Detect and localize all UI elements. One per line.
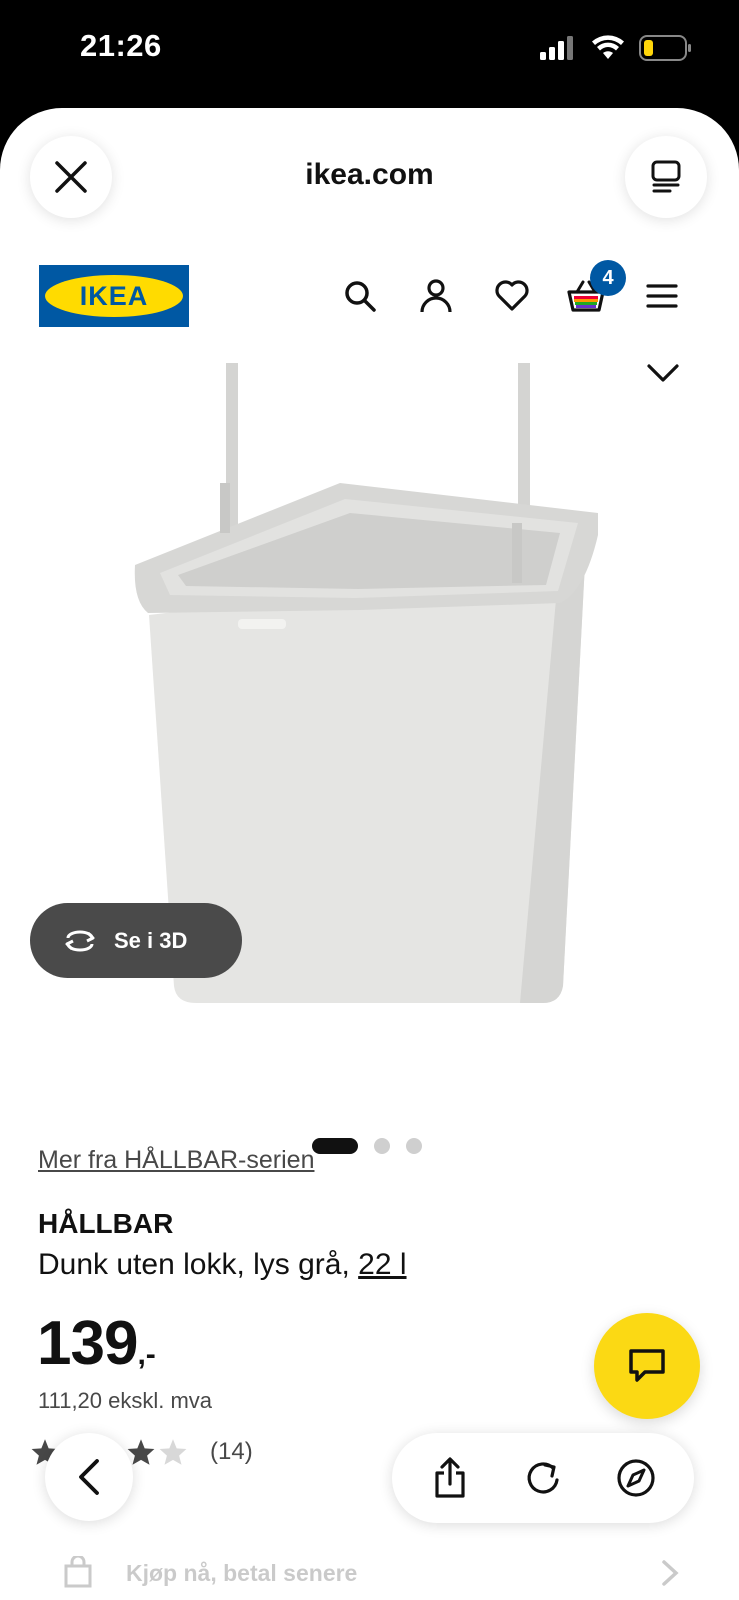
search-button[interactable] xyxy=(340,276,380,316)
product-name: HÅLLBAR xyxy=(38,1208,174,1239)
price-suffix: ,- xyxy=(137,1338,156,1371)
product-image-gallery[interactable] xyxy=(0,363,739,1143)
browser-toolbar xyxy=(392,1433,694,1523)
heart-icon xyxy=(495,280,529,311)
site-header: IKEA 4 xyxy=(0,258,739,338)
chevron-left-icon xyxy=(79,1459,99,1495)
status-icons xyxy=(539,34,693,62)
view-3d-label: Se i 3D xyxy=(114,927,188,953)
product-description: Dunk uten lokk, lys grå, 22 l xyxy=(38,1248,407,1282)
cart-count-badge: 4 xyxy=(590,260,626,296)
logo-oval: IKEA xyxy=(45,275,183,317)
browser-sheet: ikea.com IKEA 4 Se i 3D Mer fra HÅLLBAR-… xyxy=(0,108,739,1600)
view-3d-button[interactable]: Se i 3D xyxy=(30,903,242,978)
price-excl-vat: 111,20 ekskl. mva xyxy=(38,1388,213,1413)
favourites-button[interactable] xyxy=(492,276,532,316)
reload-button[interactable] xyxy=(513,1448,573,1508)
share-button[interactable] xyxy=(420,1448,480,1508)
menu-icon xyxy=(646,284,678,308)
product-image xyxy=(134,363,598,1003)
pay-later-label: Kjøp nå, betal senere xyxy=(126,1559,358,1586)
ikea-logo[interactable]: IKEA xyxy=(39,265,189,327)
rating-count: (14) xyxy=(210,1438,253,1465)
signal-icon xyxy=(540,36,573,60)
logo-text: IKEA xyxy=(79,280,149,311)
pay-later-row[interactable]: Kjøp nå, betal senere xyxy=(60,1553,680,1593)
search-icon xyxy=(345,281,376,312)
browser-url-bar: ikea.com xyxy=(0,108,739,248)
product-price: 139,- xyxy=(37,1308,156,1379)
chat-button[interactable] xyxy=(594,1313,700,1419)
battery-icon xyxy=(639,35,691,61)
back-button[interactable] xyxy=(45,1433,133,1521)
compass-icon xyxy=(617,1459,655,1497)
product-description-text: Dunk uten lokk, lys grå, xyxy=(38,1248,359,1281)
pagination-dot[interactable] xyxy=(405,1138,422,1154)
size-link[interactable]: 22 l xyxy=(358,1248,406,1281)
menu-button[interactable] xyxy=(642,276,682,316)
price-value: 139 xyxy=(37,1309,138,1378)
reload-icon xyxy=(527,1462,559,1494)
pay-later-icon xyxy=(64,1556,92,1588)
pagination-dot[interactable] xyxy=(373,1138,390,1154)
wifi-icon xyxy=(592,35,624,59)
star-empty-icon xyxy=(159,1439,187,1465)
user-icon xyxy=(420,279,452,313)
tabs-button[interactable] xyxy=(625,136,707,218)
chat-icon xyxy=(629,1349,665,1382)
status-bar: 21:26 xyxy=(0,0,739,108)
share-icon xyxy=(435,1457,465,1498)
series-link[interactable]: Mer fra HÅLLBAR-serien xyxy=(38,1146,314,1175)
tabs-icon xyxy=(651,160,681,193)
chevron-right-icon xyxy=(662,1560,679,1586)
pagination-dot-active[interactable] xyxy=(311,1138,358,1154)
safari-compass-button[interactable] xyxy=(606,1448,666,1508)
rotate-3d-icon xyxy=(65,930,95,951)
status-time: 21:26 xyxy=(80,28,162,63)
account-button[interactable] xyxy=(416,276,456,316)
